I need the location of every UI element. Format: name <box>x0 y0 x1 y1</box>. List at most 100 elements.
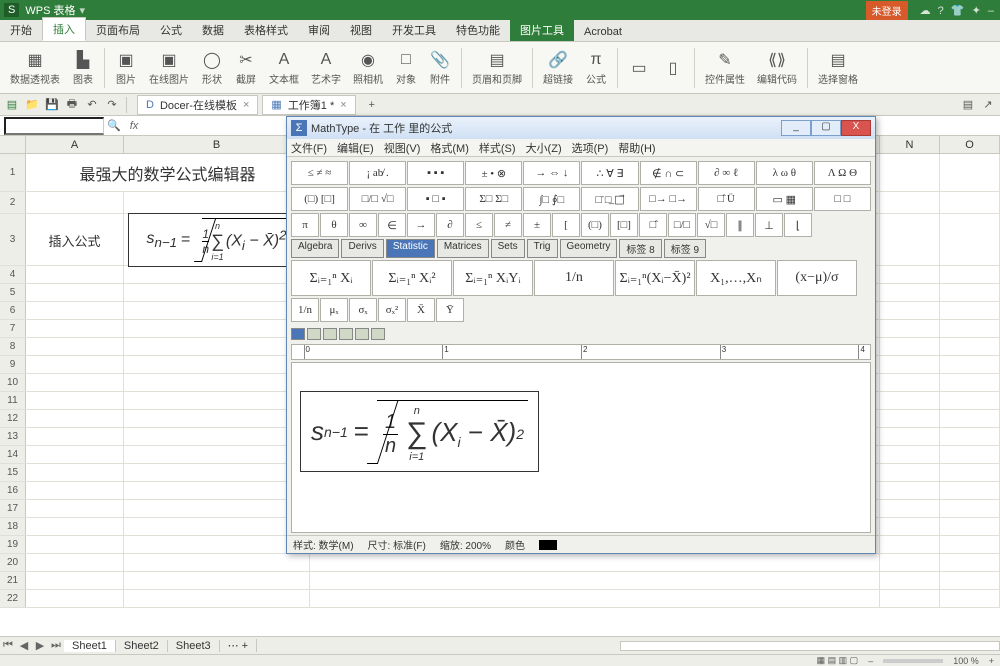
mtr3-5[interactable]: ∂ <box>436 213 464 237</box>
minimize-button[interactable]: _ <box>781 120 811 136</box>
cell-B4[interactable] <box>124 266 310 284</box>
prev-sheet-icon[interactable]: ◀ <box>16 639 32 652</box>
mtr3-6[interactable]: ≤ <box>465 213 493 237</box>
select-all-corner[interactable] <box>0 136 26 153</box>
cell-N18[interactable] <box>880 518 940 536</box>
row-header-16[interactable]: 16 <box>0 482 26 499</box>
cloud-icon[interactable]: ☁ <box>920 5 931 17</box>
cell-O15[interactable] <box>940 464 1000 482</box>
maximize-button[interactable]: ▢ <box>811 120 841 136</box>
cell-B13[interactable] <box>124 428 310 446</box>
col-N[interactable]: N <box>880 136 940 153</box>
cell-N4[interactable] <box>880 266 940 284</box>
mtr1-8[interactable]: λ ω θ <box>756 161 813 185</box>
row-header-3[interactable]: 3 <box>0 214 26 265</box>
cell-A17[interactable] <box>26 500 124 518</box>
cell-A1[interactable]: 最强大的数学公式编辑器 <box>26 154 310 192</box>
cell-N16[interactable] <box>880 482 940 500</box>
ribbon-item-19[interactable]: ▯ <box>658 44 688 92</box>
mt-menu-3[interactable]: 格式(M) <box>430 140 469 156</box>
mtr5-5[interactable]: Ȳ <box>436 298 464 322</box>
close-tab-icon[interactable]: × <box>243 99 249 111</box>
cell-A13[interactable] <box>26 428 124 446</box>
mt-cat-Derivs[interactable]: Derivs <box>341 239 383 258</box>
mtr3-2[interactable]: ∞ <box>349 213 377 237</box>
cell-O11[interactable] <box>940 392 1000 410</box>
mathtype-canvas[interactable]: sn−1 = 1n n∑i=1 (Xi − X̄)2 <box>291 362 871 533</box>
mt-menu-4[interactable]: 样式(S) <box>479 140 516 156</box>
row-header-4[interactable]: 4 <box>0 266 26 283</box>
cell-B17[interactable] <box>124 500 310 518</box>
mt-cat-Matrices[interactable]: Matrices <box>437 239 489 258</box>
cell-A22[interactable] <box>26 590 124 608</box>
menu-tab-1[interactable]: 插入 <box>42 17 86 41</box>
cell-A6[interactable] <box>26 302 124 320</box>
mtr3-13[interactable]: □/□ <box>668 213 696 237</box>
mtr4-2[interactable]: Σᵢ₌₁ⁿ XᵢYᵢ <box>453 260 533 296</box>
tb-4[interactable] <box>339 328 353 340</box>
ribbon-图表[interactable]: ▙图表 <box>68 44 98 92</box>
cell-reference-input[interactable] <box>4 117 104 135</box>
row-header-14[interactable]: 14 <box>0 446 26 463</box>
tb-1[interactable] <box>291 328 305 340</box>
undo-icon[interactable]: ↶ <box>84 97 100 113</box>
cell-A7[interactable] <box>26 320 124 338</box>
mathtype-ruler[interactable]: 0 1 2 3 4 <box>291 344 871 360</box>
row-header-13[interactable]: 13 <box>0 428 26 445</box>
cell-A12[interactable] <box>26 410 124 428</box>
mtr5-4[interactable]: X̄ <box>407 298 435 322</box>
mtr3-3[interactable]: ∈ <box>378 213 406 237</box>
cell-A5[interactable] <box>26 284 124 302</box>
cell-N2[interactable] <box>880 192 940 214</box>
row-header-5[interactable]: 5 <box>0 284 26 301</box>
cell-B11[interactable] <box>124 392 310 410</box>
mt-menu-5[interactable]: 大小(Z) <box>526 140 562 156</box>
mtr1-1[interactable]: ¡ ab̸ . <box>349 161 406 185</box>
mtr1-9[interactable]: Λ Ω Θ <box>814 161 871 185</box>
cell-N1[interactable] <box>880 154 940 192</box>
cell-B15[interactable] <box>124 464 310 482</box>
next-sheet-icon[interactable]: ▶ <box>32 639 48 652</box>
mtr5-0[interactable]: 1/n <box>291 298 319 322</box>
zoom-out-icon[interactable]: – <box>868 656 873 666</box>
col-A[interactable]: A <box>26 136 124 153</box>
menu-tab-4[interactable]: 数据 <box>192 19 234 41</box>
cell-O22[interactable] <box>940 590 1000 608</box>
row-header-6[interactable]: 6 <box>0 302 26 319</box>
ribbon-控件属性[interactable]: ✎控件属性 <box>701 44 749 92</box>
open-icon[interactable]: 📁 <box>24 97 40 113</box>
cell-B20[interactable] <box>124 554 310 572</box>
ribbon-页眉和页脚[interactable]: ▤页眉和页脚 <box>468 44 526 92</box>
collapse-icon[interactable]: ▤ <box>960 97 976 113</box>
mtr3-9[interactable]: [ <box>552 213 580 237</box>
mt-menu-1[interactable]: 编辑(E) <box>337 140 374 156</box>
cell-N6[interactable] <box>880 302 940 320</box>
search-icon[interactable]: 🔍 <box>104 119 124 132</box>
cell-A14[interactable] <box>26 446 124 464</box>
mt-zoom[interactable]: 缩放: 200% <box>440 537 491 552</box>
login-button[interactable]: 未登录 <box>866 1 908 20</box>
popout-icon[interactable]: ↗ <box>980 97 996 113</box>
cell-A11[interactable] <box>26 392 124 410</box>
ribbon-选择窗格[interactable]: ▤选择窗格 <box>814 44 862 92</box>
mtr3-14[interactable]: √□ <box>697 213 725 237</box>
mt-color-swatch[interactable] <box>539 540 557 550</box>
cell-A18[interactable] <box>26 518 124 536</box>
close-tab-icon[interactable]: × <box>340 99 346 111</box>
menu-tab-6[interactable]: 审阅 <box>298 19 340 41</box>
doc-tab-0[interactable]: DDocer-在线模板× <box>137 95 258 115</box>
cell-N14[interactable] <box>880 446 940 464</box>
mtr4-0[interactable]: Σᵢ₌₁ⁿ Xᵢ <box>291 260 371 296</box>
mtr2-1[interactable]: □/□ √□ <box>349 187 406 211</box>
ribbon-文本框[interactable]: A文本框 <box>265 44 303 92</box>
mtr2-3[interactable]: Σ□ Σ□ <box>465 187 522 211</box>
mtr2-5[interactable]: □̄ □̲ □⃗ <box>581 187 638 211</box>
mtr2-8[interactable]: ▭ ▦ <box>756 187 813 211</box>
cell-B7[interactable] <box>124 320 310 338</box>
cell-O5[interactable] <box>940 284 1000 302</box>
menu-tab-9[interactable]: 特色功能 <box>446 19 510 41</box>
col-B[interactable]: B <box>124 136 310 153</box>
cell-A16[interactable] <box>26 482 124 500</box>
mtr5-2[interactable]: σₓ <box>349 298 377 322</box>
cell-N5[interactable] <box>880 284 940 302</box>
